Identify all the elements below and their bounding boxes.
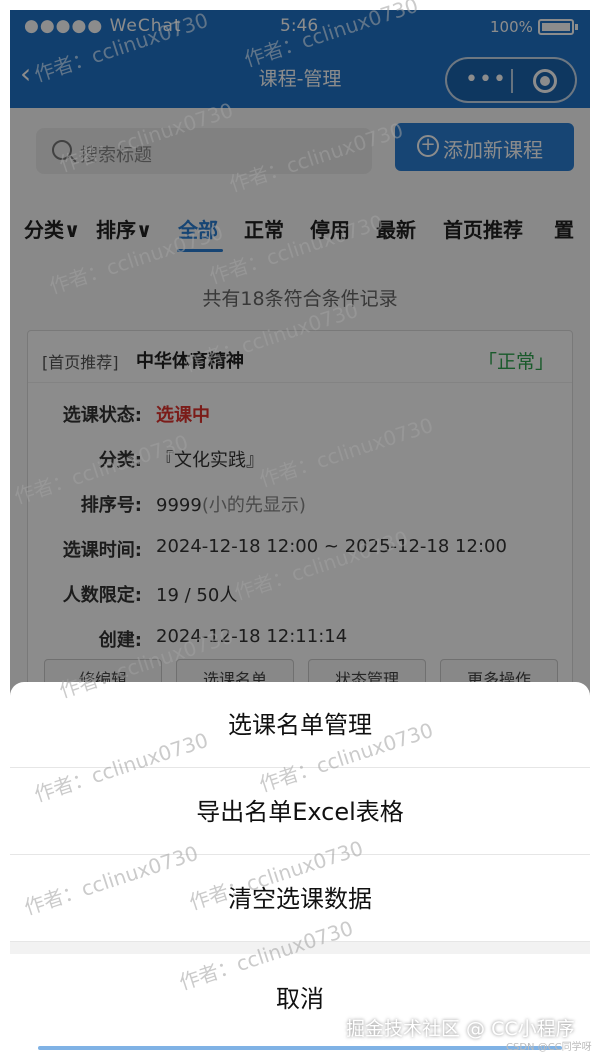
home-indicator [38,1046,562,1050]
footer-csdn: CSDN @CC同学呀 [506,1042,592,1053]
footer-brand: 掘金技术社区 @ CC小程序 [346,1018,575,1040]
